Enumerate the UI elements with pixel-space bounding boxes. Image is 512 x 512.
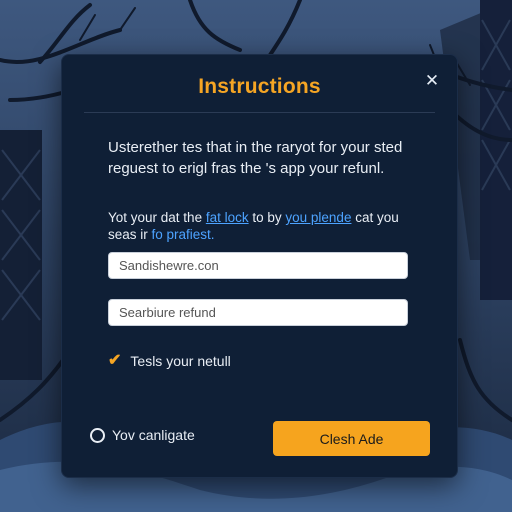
- info-text-part: Yot your dat the: [108, 210, 206, 225]
- radio-circle-icon: [90, 427, 105, 443]
- dialog-description: Usterether tes that in the raryot for yo…: [108, 139, 403, 177]
- refund-field[interactable]: [108, 299, 408, 326]
- checkbox-label: Tesls your netull: [130, 353, 231, 369]
- info-accent-text: fo prafiest.: [151, 227, 215, 242]
- info-link-second[interactable]: you plende: [285, 210, 351, 225]
- close-icon[interactable]: ✕: [421, 70, 443, 92]
- refund-checkbox[interactable]: ✔ Tesls your netull: [108, 350, 231, 372]
- info-link-first[interactable]: fat lock: [206, 210, 249, 225]
- header-divider: [84, 112, 435, 113]
- radio-label: Yov canligate: [112, 427, 195, 443]
- instructions-dialog: Instructions ✕ Usterether tes that in th…: [61, 54, 458, 478]
- primary-button[interactable]: Clesh Ade: [273, 421, 430, 456]
- email-field[interactable]: [108, 252, 408, 279]
- navigate-radio[interactable]: Yov canligate: [90, 427, 195, 443]
- info-text: Yot your dat the fat lock to by you plen…: [108, 209, 427, 243]
- dialog-title: Instructions: [198, 75, 321, 98]
- info-text-part: to by: [248, 210, 286, 225]
- checkmark-icon: ✔: [108, 352, 122, 369]
